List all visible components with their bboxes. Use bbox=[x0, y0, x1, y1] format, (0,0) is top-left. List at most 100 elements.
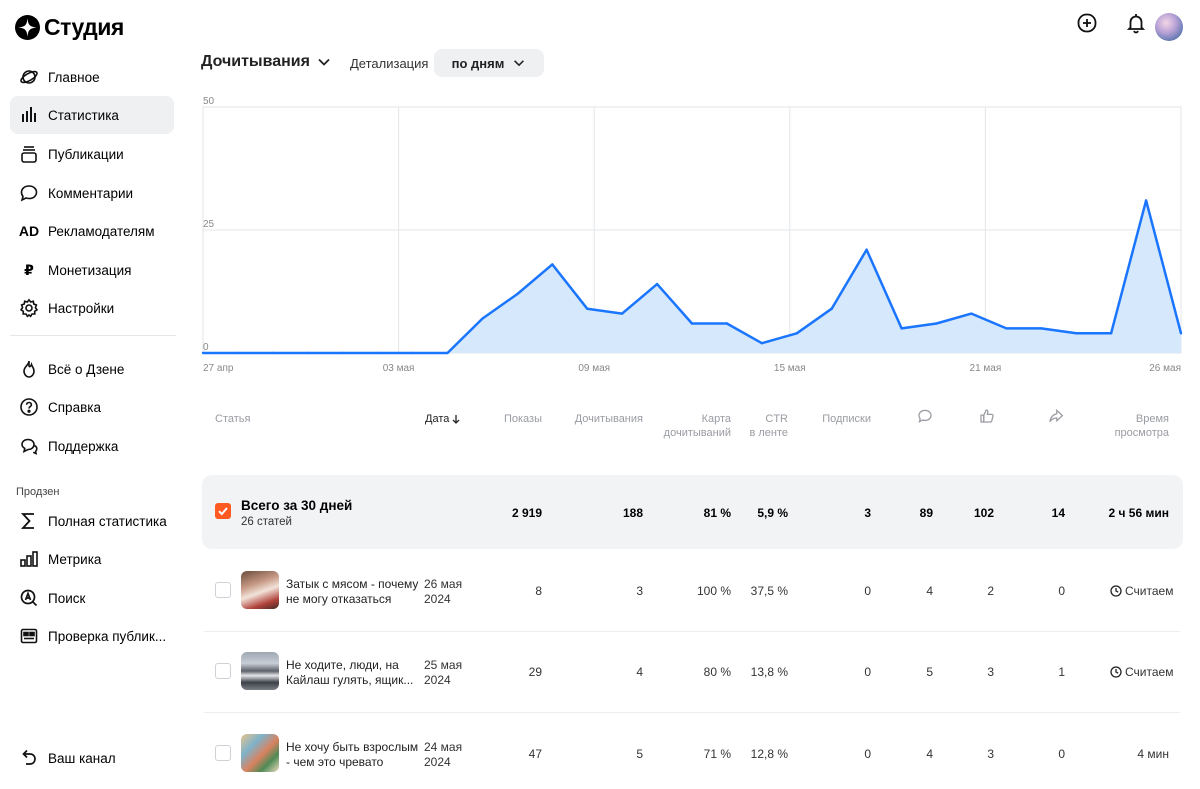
sidebar-item-main[interactable]: Главное bbox=[10, 58, 174, 96]
row-checkbox[interactable] bbox=[215, 745, 231, 761]
sidebar-item-stats[interactable]: Статистика bbox=[10, 96, 174, 134]
row-ctr: 37,5 % bbox=[750, 584, 788, 598]
row-divider bbox=[204, 712, 1180, 713]
row-checkbox[interactable] bbox=[215, 582, 231, 598]
chart-xtick-label: 27 апр bbox=[203, 363, 234, 374]
chart-data-point bbox=[516, 292, 519, 296]
chart-ytick-label: 25 bbox=[203, 219, 215, 230]
sidebar-item-support[interactable]: Поддержка bbox=[10, 427, 174, 465]
check-icon bbox=[218, 507, 228, 516]
flame-icon bbox=[19, 359, 39, 379]
row-views: 29 bbox=[528, 665, 542, 679]
check-pub-icon bbox=[19, 626, 39, 646]
col-header-time-line1: Время bbox=[1135, 413, 1169, 425]
total-comments: 89 bbox=[919, 506, 933, 520]
total-checkbox[interactable] bbox=[215, 503, 231, 519]
sidebar-item-help[interactable]: Справка bbox=[10, 388, 174, 426]
chart-xtick-label: 26 мая bbox=[1149, 363, 1181, 374]
total-title: Всего за 30 дней bbox=[241, 498, 353, 513]
sidebar-item-monetization[interactable]: ₽ Монетизация bbox=[10, 251, 174, 289]
col-header-time[interactable]: Время просмотра bbox=[1095, 412, 1169, 440]
chart-data-point bbox=[935, 322, 938, 325]
chart-data-point bbox=[690, 322, 694, 325]
sidebar-item-your-channel[interactable]: Ваш канал bbox=[10, 739, 174, 777]
chart-xtick-label: 09 мая bbox=[578, 363, 610, 374]
metric-dropdown-label: Дочитывания bbox=[201, 53, 310, 70]
col-header-map[interactable]: Карта дочитываний bbox=[650, 412, 731, 440]
article-date: 26 мая 2024 bbox=[424, 577, 463, 606]
clock-icon bbox=[1110, 585, 1122, 597]
row-subs: 0 bbox=[864, 747, 871, 761]
sidebar-item-full-stats[interactable]: Полная статистика bbox=[10, 502, 174, 540]
article-thumbnail[interactable] bbox=[241, 571, 279, 609]
row-shares: 1 bbox=[1058, 665, 1065, 679]
sidebar-item-about-zen[interactable]: Всё о Дзене bbox=[10, 350, 174, 388]
col-header-ctr-line2: в ленте bbox=[749, 427, 788, 439]
row-likes: 3 bbox=[987, 747, 994, 761]
article-title[interactable]: Затык с мясом - почему не могу отказатьс… bbox=[286, 577, 420, 607]
row-time-status: Считаем bbox=[1110, 665, 1173, 679]
chart-xtick-label: 15 мая bbox=[774, 363, 806, 374]
row-time-status: Считаем bbox=[1110, 584, 1173, 598]
col-header-ctr[interactable]: CTR в ленте bbox=[740, 412, 788, 440]
metric-dropdown[interactable]: Дочитывания bbox=[201, 53, 332, 71]
create-icon[interactable] bbox=[1075, 11, 1099, 35]
col-header-time-line2: просмотра bbox=[1114, 427, 1169, 439]
chart-data-point bbox=[865, 248, 868, 251]
row-readings: 5 bbox=[636, 747, 643, 761]
article-thumbnail[interactable] bbox=[241, 734, 279, 772]
chart-data-point bbox=[271, 351, 275, 355]
comment-icon[interactable] bbox=[917, 408, 933, 428]
chart-data-point bbox=[551, 263, 554, 266]
detail-dropdown-label: по дням bbox=[451, 55, 505, 71]
row-ctr: 12,8 % bbox=[750, 747, 788, 761]
sigma-icon bbox=[19, 511, 39, 531]
avatar[interactable] bbox=[1155, 13, 1183, 41]
row-views: 8 bbox=[535, 584, 542, 598]
bell-icon[interactable] bbox=[1124, 11, 1148, 35]
row-checkbox[interactable] bbox=[215, 663, 231, 679]
chart-data-point bbox=[795, 332, 798, 335]
detail-dropdown[interactable]: по дням bbox=[434, 49, 544, 77]
article-title[interactable]: Не ходите, люди, на Кайлаш гулять, ящик.… bbox=[286, 658, 420, 688]
back-arrow-icon bbox=[19, 748, 39, 768]
chevron-down-icon bbox=[514, 60, 525, 67]
sidebar-item-publication-check[interactable]: Проверка публик... bbox=[10, 617, 174, 655]
col-header-article[interactable]: Статья bbox=[215, 412, 250, 426]
total-map: 81 % bbox=[703, 506, 731, 520]
metrika-icon bbox=[19, 549, 39, 569]
row-views: 47 bbox=[528, 747, 542, 761]
like-icon[interactable] bbox=[979, 408, 995, 428]
share-icon[interactable] bbox=[1048, 408, 1064, 428]
total-ctr: 5,9 % bbox=[757, 506, 788, 520]
chart-svg: 0 25 50 27 апр 03 мая 09 мая 15 мая 21 мая 26 ма… bbox=[201, 96, 1183, 374]
studio-logo[interactable]: Студия bbox=[15, 14, 124, 41]
gear-icon bbox=[19, 298, 39, 318]
col-header-date[interactable]: Дата bbox=[425, 412, 461, 426]
row-time: 4 мин bbox=[1137, 747, 1169, 761]
ad-icon: AD bbox=[18, 223, 40, 239]
row-comments: 4 bbox=[926, 747, 933, 761]
total-readings: 188 bbox=[622, 506, 643, 520]
row-comments: 5 bbox=[926, 665, 933, 679]
chart-data-point bbox=[1109, 332, 1113, 335]
sidebar: Студия Главное Статистика Публикации Ком… bbox=[0, 0, 186, 789]
row-likes: 2 bbox=[987, 584, 994, 598]
sidebar-item-comments[interactable]: Комментарии bbox=[10, 174, 174, 212]
article-thumbnail[interactable] bbox=[241, 652, 279, 690]
sidebar-item-settings[interactable]: Настройки bbox=[10, 289, 174, 327]
sidebar-item-metrika[interactable]: Метрика bbox=[10, 540, 174, 578]
col-header-subs[interactable]: Подписки bbox=[805, 412, 871, 426]
row-subs: 0 bbox=[864, 665, 871, 679]
col-header-map-line1: Карта bbox=[701, 413, 731, 425]
chart-data-point bbox=[1075, 332, 1078, 335]
app-title: Студия bbox=[44, 14, 124, 40]
sidebar-item-advertisers[interactable]: AD Рекламодателям bbox=[10, 212, 174, 250]
col-header-readings[interactable]: Дочитывания bbox=[560, 412, 643, 426]
sidebar-item-publications[interactable]: Публикации bbox=[10, 135, 174, 173]
row-divider bbox=[204, 631, 1180, 632]
sidebar-item-search[interactable]: Поиск bbox=[10, 579, 174, 617]
col-header-views[interactable]: Показы bbox=[480, 412, 542, 426]
article-title[interactable]: Не хочу быть взрослым - чем это чревато bbox=[286, 740, 420, 770]
col-header-map-line2: дочитываний bbox=[663, 427, 731, 439]
